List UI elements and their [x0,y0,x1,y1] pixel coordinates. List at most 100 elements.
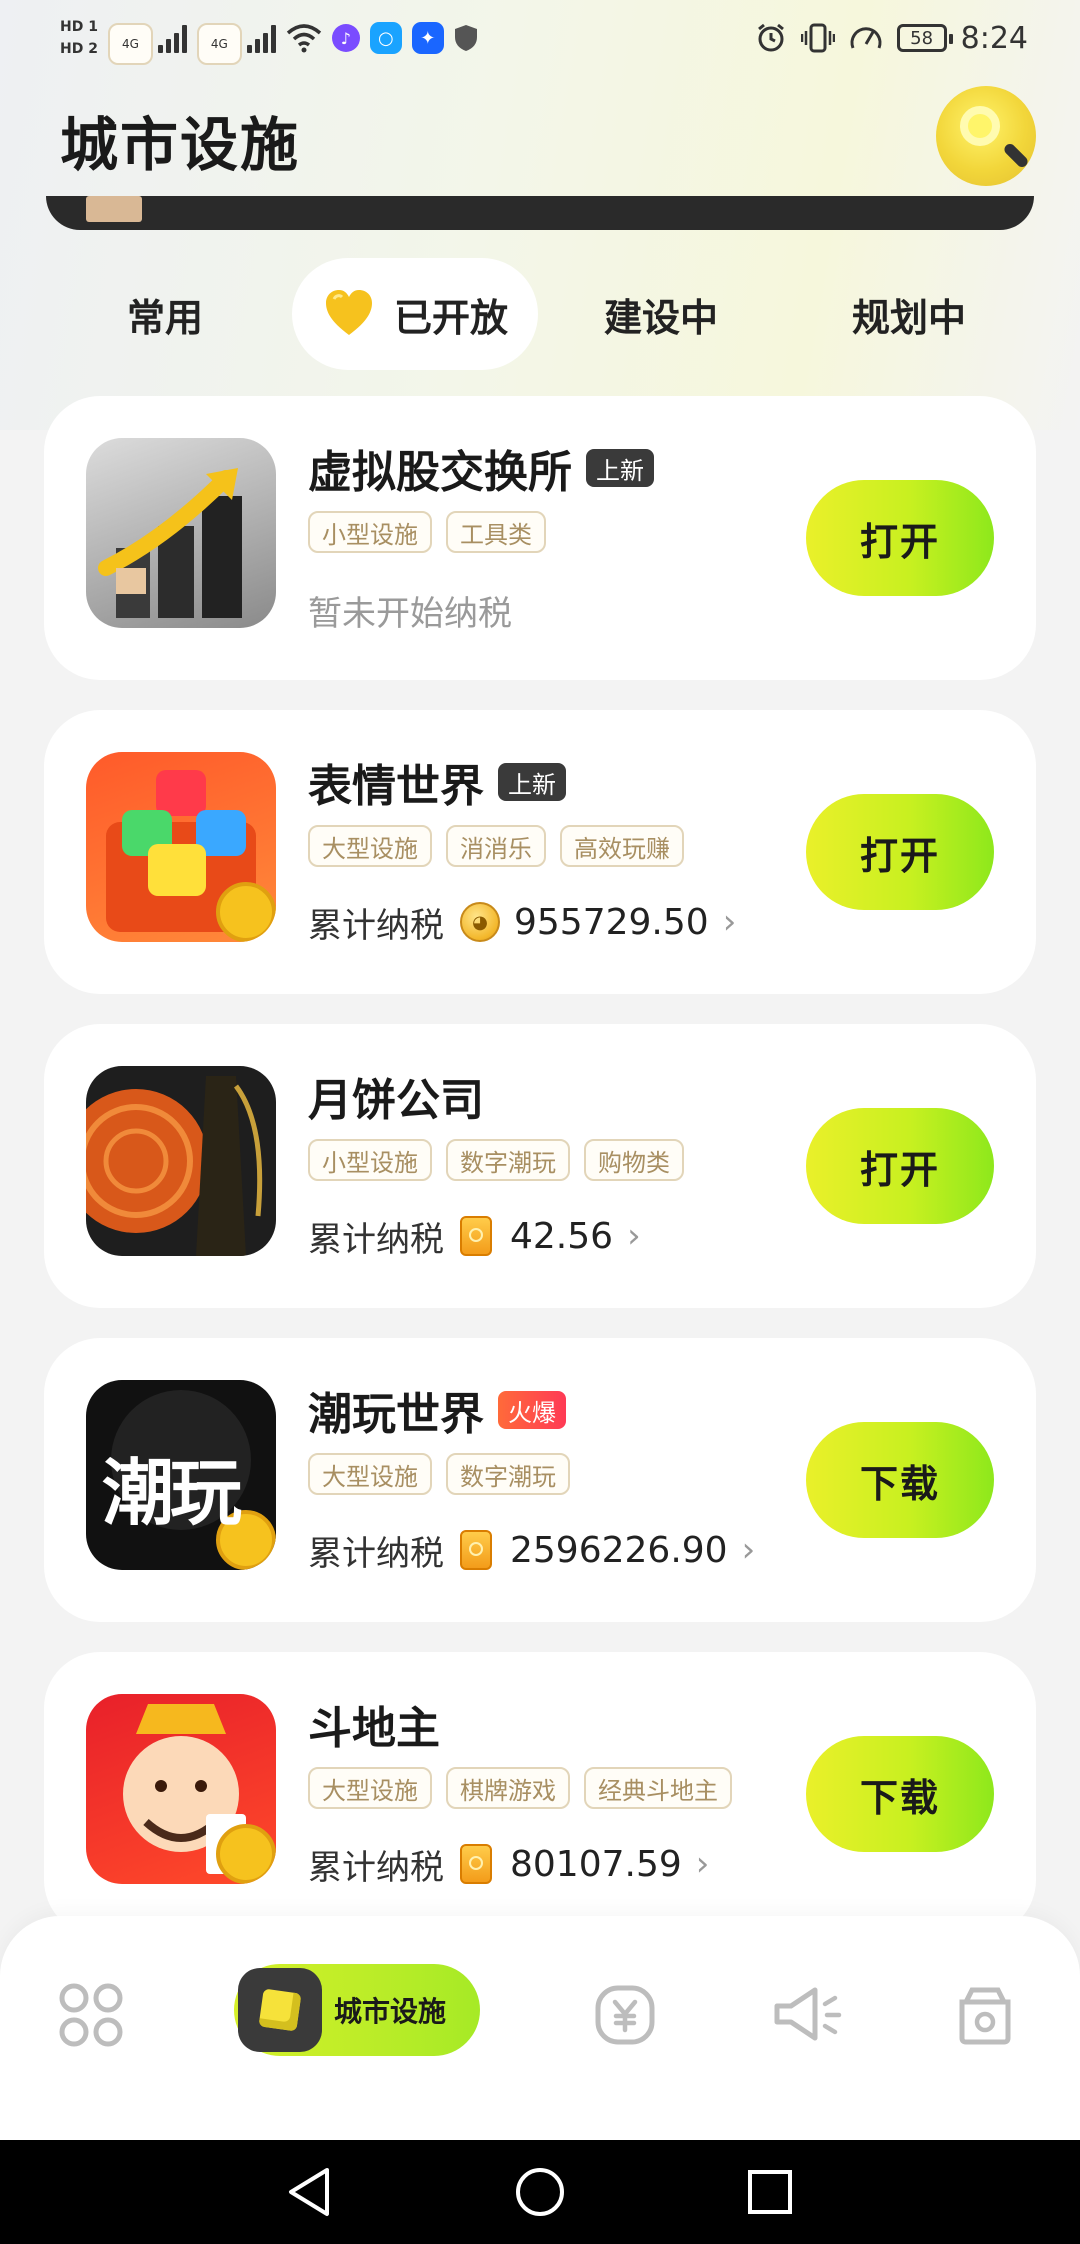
tab-label: 规划中 [851,295,966,340]
tab-building[interactable]: 建设中 [586,258,736,370]
magnifier-icon [960,106,1000,146]
tag-list: 大型设施 数字潮玩 [308,1453,570,1495]
chevron-right-icon: › [722,902,737,942]
tag-list: 小型设施 工具类 [308,511,546,553]
app-name: 潮玩世界 [308,1389,484,1440]
chaowan-logo-text: 潮玩 [102,1451,242,1535]
app-card-chaowan[interactable]: 潮玩 潮玩世界 火爆 大型设施 数字潮玩 累计纳税 2596226.90 › 下… [44,1338,1036,1622]
chevron-right-icon: › [627,1216,641,1256]
battery-icon: 58 [896,24,953,52]
app-card-stock-exchange[interactable]: 虚拟股交换所 上新 小型设施 工具类 暂未开始纳税 打开 [44,396,1036,680]
network1-label: 4G [107,23,153,65]
app-card-emoji-world[interactable]: 表情世界 上新 大型设施 消消乐 高效玩赚 累计纳税 ◕ 955729.50 ›… [44,710,1036,994]
chevron-right-icon: › [741,1530,756,1570]
recents-icon [748,2170,792,2214]
jar-icon [460,1216,492,1256]
open-button[interactable]: 打开 [806,794,994,910]
tab-common[interactable]: 常用 [90,258,240,370]
system-nav-bar [0,2140,1080,2244]
back-icon [289,2168,329,2216]
chaowan-icon: 潮玩 [86,1380,276,1570]
app-name-row: 虚拟股交换所 上新 [308,436,654,500]
vibrate-icon [800,23,835,53]
tax-value: 42.56 [510,1215,614,1257]
tax-value: 2596226.90 [510,1529,728,1571]
tag-list: 大型设施 消消乐 高效玩赚 [308,825,684,867]
bag-icon [959,1987,1011,2045]
megaphone-icon [774,1987,842,2041]
nav-home[interactable] [46,1970,136,2060]
signal1-icon: 4G [107,23,187,65]
tax-label: 累计纳税 [308,1847,444,1888]
tag-list: 小型设施 数字潮玩 购物类 [308,1139,684,1181]
tax-row[interactable]: 累计纳税 ◕ 955729.50 › [308,892,736,952]
banner-image [86,196,142,222]
sim-indicators: HD 1 HD 2 [60,18,98,58]
tab-planning[interactable]: 规划中 [834,258,984,370]
search-button[interactable] [936,86,1036,186]
tax-value: 955729.50 [514,901,709,943]
jar-icon [460,1530,492,1570]
nav-active-label: 城市设施 [334,1995,447,2028]
magnifier-handle [1002,141,1030,170]
app-name: 表情世界 [308,761,484,812]
clock: 8:24 [960,20,1028,56]
app-name-row: 月饼公司 [308,1064,484,1128]
tag: 工具类 [446,511,546,553]
new-badge: 上新 [498,763,566,801]
tag: 数字潮玩 [446,1453,570,1495]
alarm-icon [757,23,784,52]
chevron-right-icon: › [695,1844,710,1884]
new-badge: 上新 [586,449,654,487]
tab-label: 建设中 [603,295,718,340]
tax-label: 累计纳税 [308,1219,444,1260]
grid-icon [59,1983,123,2047]
app-name-row: 表情世界 上新 [308,750,566,814]
tag: 小型设施 [308,511,432,553]
tag: 高效玩赚 [560,825,684,867]
tax-row[interactable]: 累计纳税 80107.59 › [308,1834,709,1894]
sim1-label: HD 1 [60,19,98,35]
tax-value: 80107.59 [510,1843,682,1885]
coin-icon: ◕ [460,902,500,942]
nav-bag[interactable] [940,1970,1030,2060]
banner-carousel[interactable] [46,196,1034,230]
back-button[interactable] [270,2140,350,2244]
music-app-icon: ♪ [331,24,360,52]
tab-open[interactable]: 已开放 [292,258,538,370]
tab-bar: 常用 已开放 建设中 规划中 [0,258,1080,370]
home-button[interactable] [500,2140,580,2244]
tax-label: 累计纳税 [308,1533,444,1574]
app-card-doudizhu[interactable]: 斗地主 大型设施 棋牌游戏 经典斗地主 累计纳税 80107.59 › 下载 [44,1652,1036,1936]
nav-wallet[interactable] [580,1970,670,2060]
wifi-icon [286,24,321,53]
open-button[interactable]: 打开 [806,1108,994,1224]
tab-label: 常用 [126,295,203,340]
status-right: 58 8:24 [755,8,1028,68]
yuan-icon [595,1985,655,2045]
doudizhu-icon [86,1694,276,1884]
nav-announce[interactable] [762,1970,852,2060]
tag: 数字潮玩 [446,1139,570,1181]
open-button[interactable]: 打开 [806,480,994,596]
tax-label: 累计纳税 [308,905,444,946]
tag: 小型设施 [308,1139,432,1181]
emoji-world-icon [86,752,276,942]
download-button[interactable]: 下载 [806,1736,994,1852]
status-left: HD 1 HD 2 4G 4G ♪ ○ ✦ [60,8,478,68]
tax-row[interactable]: 累计纳税 2596226.90 › [308,1520,755,1580]
stock-exchange-icon [86,438,276,628]
network2-label: 4G [196,23,242,65]
nav-city-facilities[interactable]: 城市设施 [234,1964,480,2056]
app-name-row: 斗地主 [308,1692,440,1756]
bottom-nav: 城市设施 [0,1916,1080,2140]
app-name: 虚拟股交换所 [308,447,572,498]
tag: 经典斗地主 [584,1767,732,1809]
download-button[interactable]: 下载 [806,1422,994,1538]
status-bar: HD 1 HD 2 4G 4G ♪ ○ ✦ 58 8:24 [0,0,1080,72]
tax-row[interactable]: 累计纳税 42.56 › [308,1206,641,1266]
tag: 棋牌游戏 [446,1767,570,1809]
sim2-label: HD 2 [60,41,98,57]
recents-button[interactable] [730,2140,810,2244]
app-card-mooncake[interactable]: 月饼公司 小型设施 数字潮玩 购物类 累计纳税 42.56 › 打开 [44,1024,1036,1308]
